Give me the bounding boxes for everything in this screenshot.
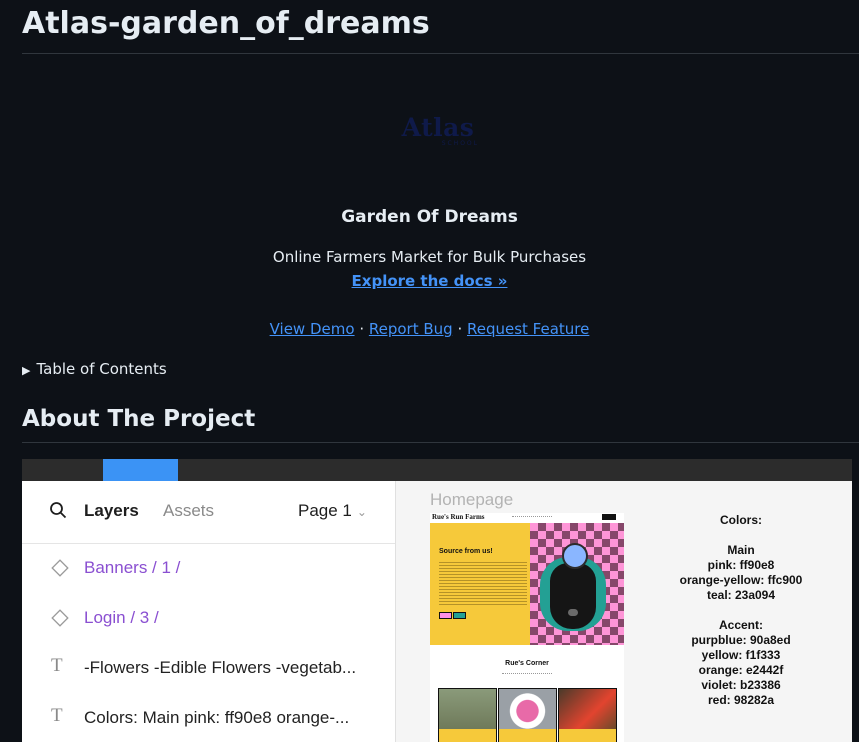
component-instance-icon xyxy=(51,609,69,627)
figma-canvas[interactable]: Homepage Rue's Run Farms Source from us!… xyxy=(396,481,852,742)
section-subtitle xyxy=(502,673,552,675)
frame-nav-button xyxy=(602,514,616,520)
project-links: View Demo · Report Bug · Request Feature xyxy=(0,320,859,338)
link-separator: · xyxy=(452,320,467,338)
color-entry: red: 98282a xyxy=(707,693,775,707)
notes-spacer xyxy=(666,603,816,618)
color-entry: yellow: f1f333 xyxy=(701,648,781,662)
card-image-carrots xyxy=(559,689,616,729)
layer-item[interactable]: T -Flowers -Edible Flowers -vegetab... xyxy=(22,649,395,689)
project-tagline: Online Farmers Market for Bulk Purchases xyxy=(272,248,587,266)
atlas-school-logo: Atlas SCHOOL xyxy=(397,113,479,148)
frame-label[interactable]: Homepage xyxy=(430,490,513,510)
colors-heading: Colors: xyxy=(720,513,762,527)
article-card xyxy=(438,688,497,742)
frame-navbar: Rue's Run Farms xyxy=(430,513,624,522)
color-entry: teal: 23a094 xyxy=(706,588,776,602)
layer-label: Banners / 1 / xyxy=(84,558,181,577)
color-entry: orange-yellow: ffc900 xyxy=(679,573,803,587)
page-selector[interactable]: Page 1 ⌄ xyxy=(298,501,367,521)
title-divider xyxy=(22,53,859,54)
request-feature-link[interactable]: Request Feature xyxy=(467,320,589,338)
layer-item[interactable]: T Colors: Main pink: ff90e8 orange-... xyxy=(22,699,395,739)
explore-docs-link[interactable]: Explore the docs » xyxy=(0,272,859,290)
dog-nose xyxy=(568,609,578,616)
tab-layers[interactable]: Layers xyxy=(84,501,139,521)
section-title: Rue's Corner xyxy=(505,660,549,667)
layers-panel-header: Layers Assets Page 1 ⌄ xyxy=(22,481,395,544)
hero-secondary-button xyxy=(453,612,466,619)
hero-body-text xyxy=(439,562,527,607)
hero-title: Source from us! xyxy=(439,548,493,555)
layer-label: Login / 3 / xyxy=(84,608,159,627)
article-card xyxy=(498,688,557,742)
link-separator: · xyxy=(354,320,369,338)
accent-heading: Accent: xyxy=(718,618,763,632)
layer-label: Colors: Main pink: ff90e8 orange-... xyxy=(84,708,350,727)
view-demo-link[interactable]: View Demo xyxy=(270,320,355,338)
component-instance-icon xyxy=(51,559,69,577)
card-image-sheep xyxy=(439,689,496,729)
dog-illustration xyxy=(550,563,596,629)
figma-toolbar xyxy=(22,459,852,481)
figma-active-tool xyxy=(103,459,178,481)
card-image-flowers xyxy=(499,689,556,729)
layer-label: -Flowers -Edible Flowers -vegetab... xyxy=(84,658,357,677)
color-entry: pink: ff90e8 xyxy=(707,558,775,572)
disclosure-triangle-icon: ▶ xyxy=(22,364,31,377)
layers-panel: Layers Assets Page 1 ⌄ Banners / 1 / Logi… xyxy=(22,481,396,742)
color-notes[interactable]: Colors: Main pink: ff90e8 orange-yellow:… xyxy=(666,513,816,708)
article-card xyxy=(558,688,617,742)
repo-title: Atlas-garden_of_dreams xyxy=(22,6,430,41)
table-of-contents-toggle[interactable]: ▶ Table of Contents xyxy=(22,360,167,378)
text-layer-icon: T xyxy=(51,705,63,726)
frame-brand: Rue's Run Farms xyxy=(432,513,485,521)
about-divider xyxy=(22,442,859,443)
text-layer-icon: T xyxy=(51,655,63,676)
search-icon[interactable] xyxy=(49,501,67,519)
homepage-frame[interactable]: Rue's Run Farms Source from us! Rue's Co… xyxy=(430,513,624,742)
toc-label: Table of Contents xyxy=(36,360,167,378)
frame-nav-links xyxy=(512,516,552,519)
layer-item[interactable]: Login / 3 / xyxy=(22,599,395,639)
main-heading: Main xyxy=(727,543,755,557)
project-name: Garden Of Dreams xyxy=(341,207,518,227)
color-entry: orange: e2442f xyxy=(698,663,784,677)
logo-wordmark: Atlas xyxy=(401,113,475,142)
layer-item[interactable]: Banners / 1 / xyxy=(22,549,395,589)
tab-assets[interactable]: Assets xyxy=(163,501,214,521)
color-entry: violet: b23386 xyxy=(701,678,781,692)
about-heading: About The Project xyxy=(22,406,256,432)
flower-icon xyxy=(562,543,588,569)
color-entry: purpblue: 90a8ed xyxy=(691,633,791,647)
chevron-down-icon: ⌄ xyxy=(356,505,367,519)
frame-hero: Source from us! xyxy=(430,523,624,645)
page-selector-label: Page 1 xyxy=(298,501,352,520)
figma-screenshot: Layers Assets Page 1 ⌄ Banners / 1 / Logi… xyxy=(22,459,852,742)
report-bug-link[interactable]: Report Bug xyxy=(369,320,453,338)
hero-primary-button xyxy=(439,612,452,619)
notes-spacer xyxy=(666,528,816,543)
